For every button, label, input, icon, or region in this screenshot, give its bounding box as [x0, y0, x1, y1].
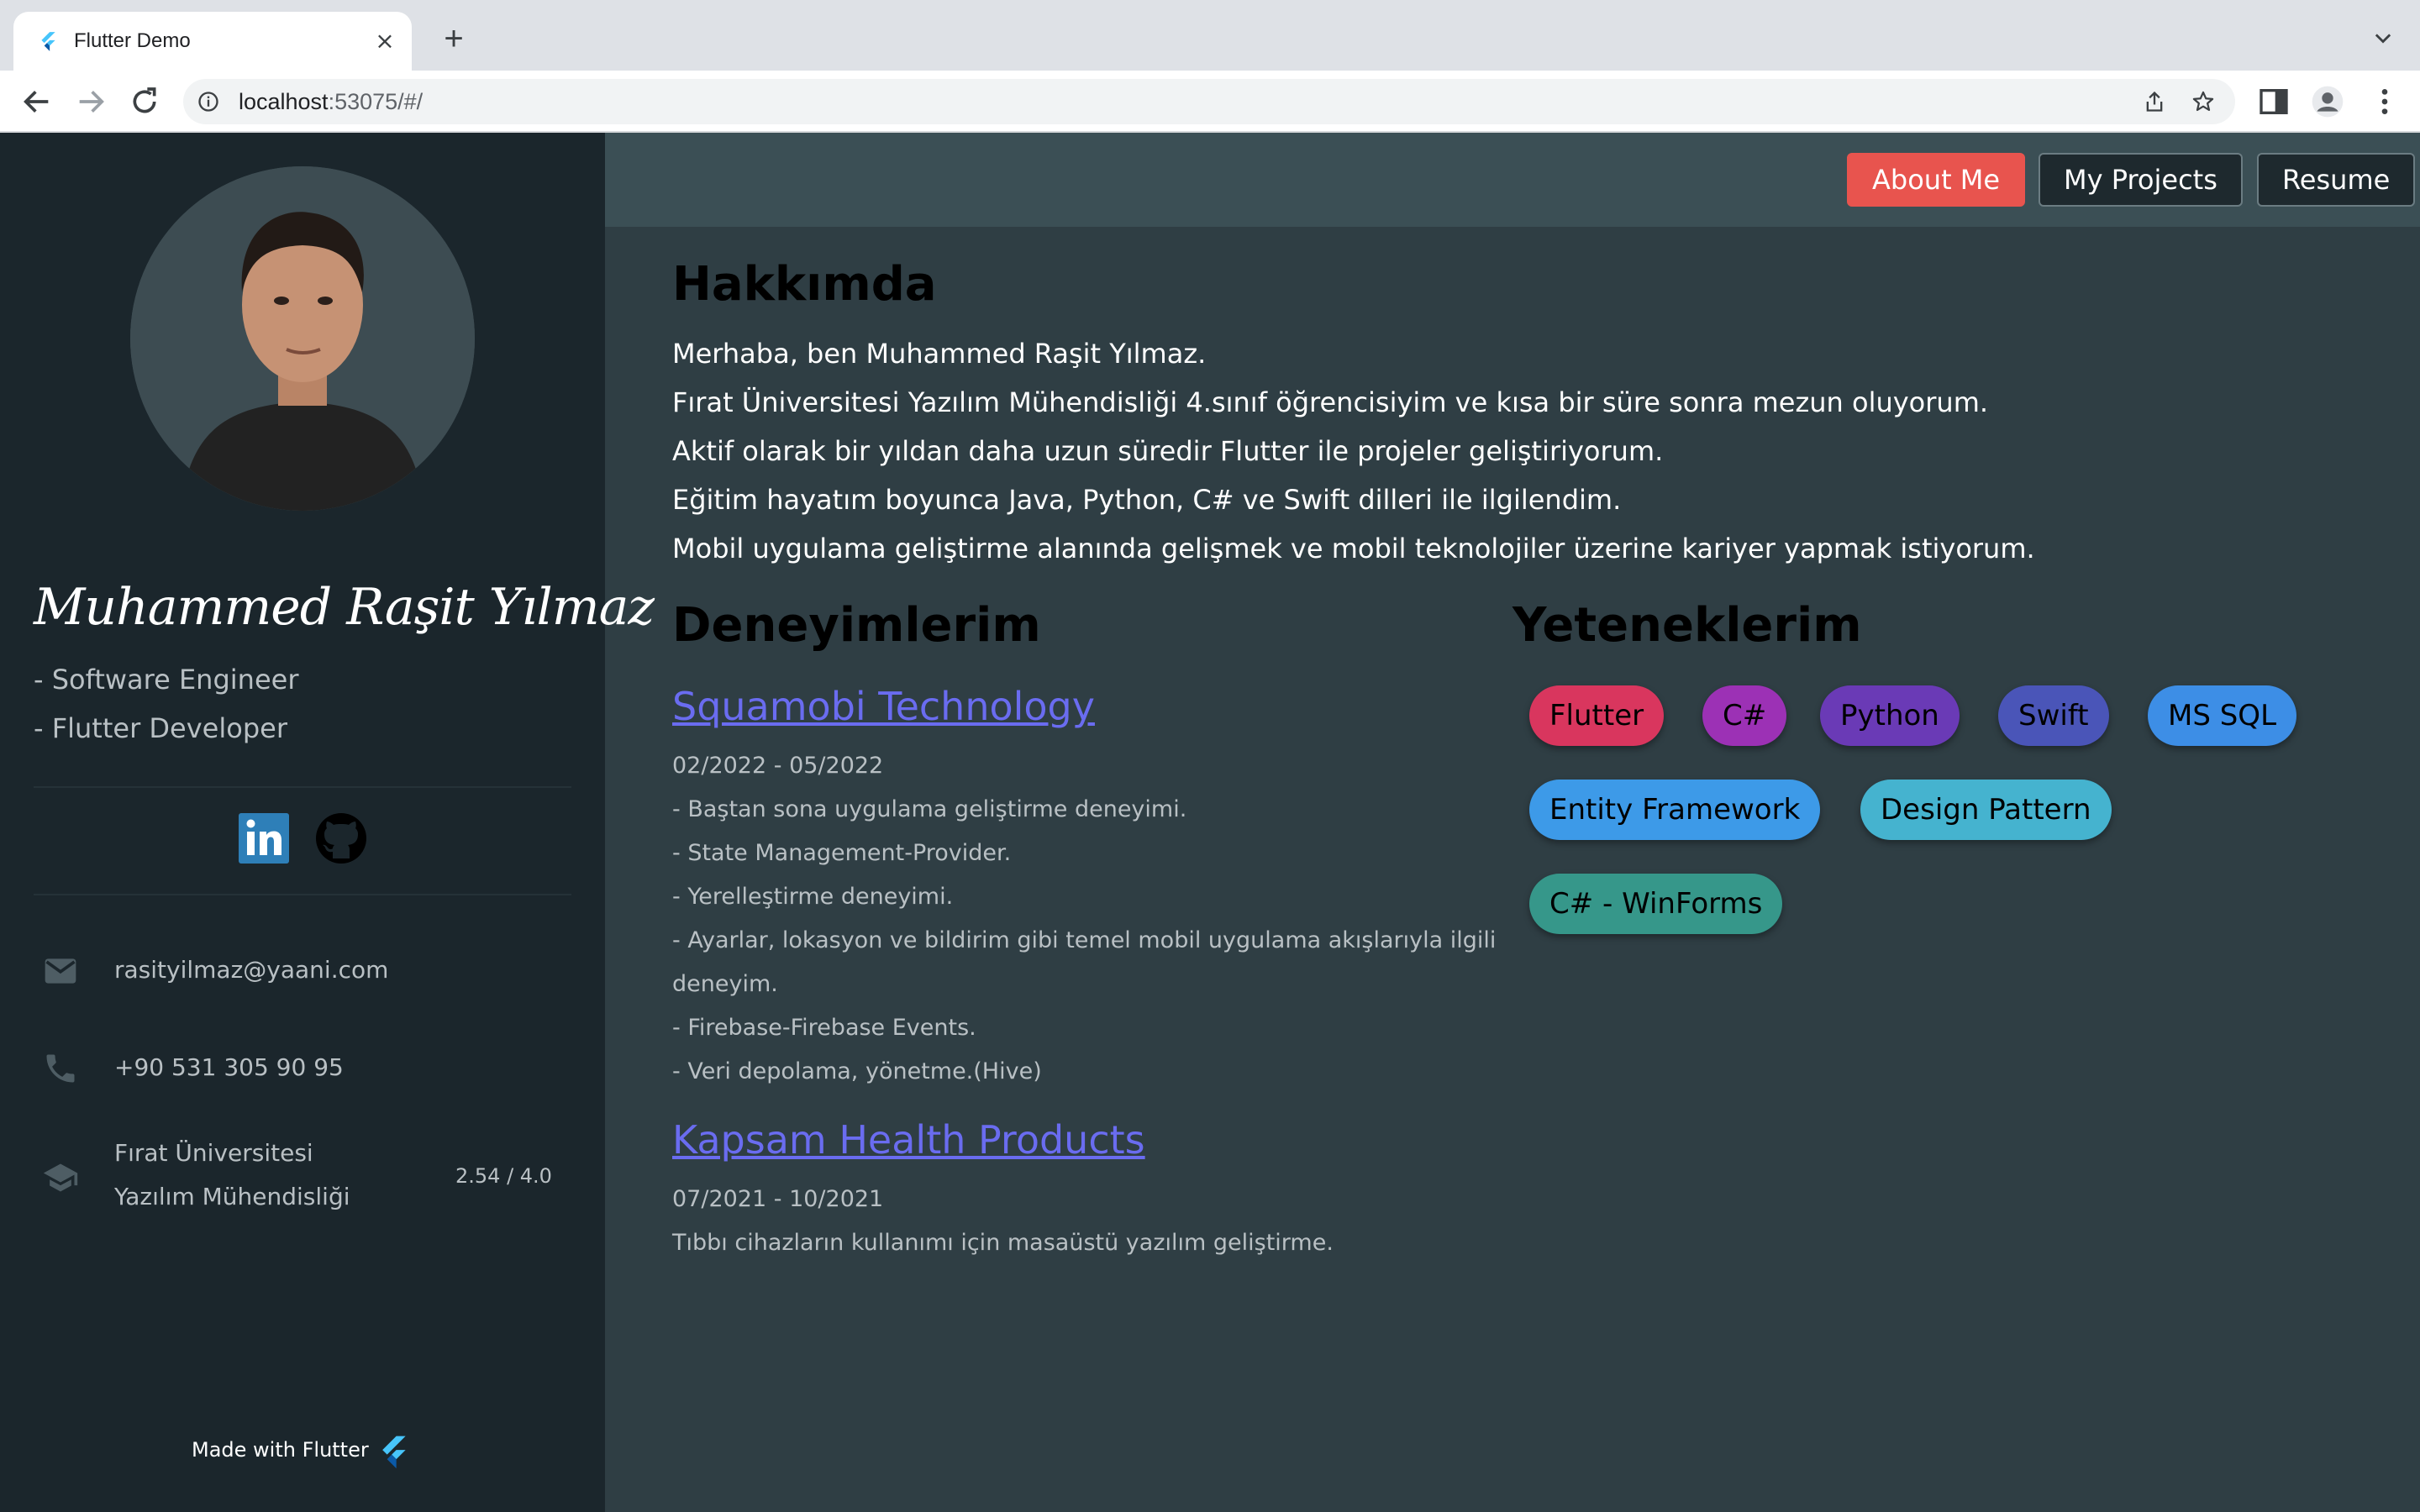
about-line: Merhaba, ben Muhammed Raşit Yılmaz.: [672, 338, 1207, 370]
experience-company-link[interactable]: Kapsam Health Products: [672, 1117, 1145, 1163]
chevron-down-icon[interactable]: [2371, 27, 2395, 50]
my-projects-button[interactable]: My Projects: [2039, 153, 2243, 207]
about-line: Aktif olarak bir yıldan daha uzun süredi…: [672, 435, 1664, 467]
email-text[interactable]: rasityilmaz@yaani.com: [114, 956, 388, 984]
url-text[interactable]: localhost:53075/#/: [239, 79, 423, 124]
school-icon: [43, 1163, 78, 1192]
phone-icon: [46, 1054, 75, 1083]
experience-company-link[interactable]: Squamobi Technology: [672, 684, 1095, 729]
resume-button[interactable]: Resume: [2257, 153, 2416, 207]
share-icon[interactable]: [2143, 90, 2166, 113]
browser-toolbar: localhost:53075/#/: [0, 71, 2420, 133]
experience-line: - Yerelleştirme deneyimi.: [672, 884, 954, 910]
url-path: :53075/#/: [328, 89, 424, 114]
email-icon: [45, 958, 76, 984]
skill-chip-flutter: Flutter: [1529, 685, 1665, 746]
experience-line: - Ayarlar, lokasyon ve bildirim gibi tem…: [672, 927, 1497, 953]
experience-line: - Firebase-Firebase Events.: [672, 1015, 976, 1041]
experience-line: deneyim.: [672, 971, 778, 997]
sidebar-divider: [34, 786, 571, 788]
top-nav-bar: About Me My Projects Resume: [605, 133, 2420, 227]
tab-title: Flutter Demo: [74, 29, 191, 52]
profile-avatar-icon[interactable]: [2311, 85, 2344, 118]
experience-line: Tıbbı cihazların kullanımı için masaüstü…: [672, 1230, 1334, 1256]
skill-chip-csharp: C#: [1702, 685, 1787, 746]
about-me-button[interactable]: About Me: [1847, 153, 2026, 207]
forward-arrow-icon[interactable]: [74, 85, 108, 118]
skill-chip-winforms: C# - WinForms: [1529, 874, 1783, 934]
gpa-value: 2.54 / 4.0: [455, 1164, 552, 1188]
about-line: Mobil uygulama geliştirme alanında geliş…: [672, 533, 2035, 564]
address-bar[interactable]: localhost:53075/#/: [183, 79, 2235, 124]
skill-chip-mssql: MS SQL: [2148, 685, 2297, 746]
about-line: Eğitim hayatım boyunca Java, Python, C# …: [672, 484, 1622, 516]
profile-photo: [130, 166, 475, 511]
flutter-logo-icon: [382, 1436, 406, 1469]
back-arrow-icon[interactable]: [20, 85, 54, 118]
profile-name: Muhammed Raşit Yılmaz: [34, 578, 655, 637]
close-tab-icon[interactable]: ×: [373, 29, 397, 53]
linkedin-icon[interactable]: [237, 811, 291, 865]
experience-line: - Baştan sona uygulama geliştirme deneyi…: [672, 796, 1187, 822]
profile-sidebar: Muhammed Raşit Yılmaz - Software Enginee…: [0, 133, 655, 1512]
experience-line: - Veri depolama, yönetme.(Hive): [672, 1058, 1042, 1084]
info-icon[interactable]: [197, 90, 220, 113]
phone-text[interactable]: +90 531 305 90 95: [114, 1053, 344, 1081]
role-flutter-developer: - Flutter Developer: [34, 712, 287, 744]
flutter-favicon-icon: [41, 32, 55, 51]
made-with-flutter-text: Made with Flutter: [192, 1438, 369, 1462]
experience-heading: Deneyimlerim: [672, 598, 1041, 653]
url-host: localhost: [239, 89, 329, 114]
experience-dates: 02/2022 - 05/2022: [672, 753, 884, 779]
bookmark-star-icon[interactable]: [2191, 90, 2215, 113]
browser-tab[interactable]: Flutter Demo ×: [13, 12, 412, 71]
skill-chip-design-pattern: Design Pattern: [1860, 780, 2112, 840]
more-menu-icon[interactable]: [2368, 85, 2402, 118]
browser-tabstrip: Flutter Demo × +: [0, 0, 2420, 71]
school-department: Yazılım Mühendisliği: [114, 1183, 350, 1210]
new-tab-icon[interactable]: +: [437, 22, 471, 57]
sidebar-divider: [34, 894, 571, 895]
skills-heading: Yeteneklerim: [1512, 598, 1862, 653]
experience-line: - State Management-Provider.: [672, 840, 1012, 866]
school-name: Fırat Üniversitesi: [114, 1139, 313, 1167]
side-panel-icon[interactable]: [2257, 85, 2291, 118]
about-heading: Hakkımda: [672, 257, 937, 312]
skill-chip-swift: Swift: [1998, 685, 2109, 746]
profile-photo-image: [130, 166, 475, 511]
about-line: Fırat Üniversitesi Yazılım Mühendisliği …: [672, 386, 1989, 418]
skill-chip-entity-framework: Entity Framework: [1529, 780, 1821, 840]
role-software-engineer: - Software Engineer: [34, 664, 299, 696]
github-icon[interactable]: [314, 811, 368, 865]
reload-icon[interactable]: [128, 85, 161, 118]
experience-dates: 07/2021 - 10/2021: [672, 1186, 884, 1212]
skill-chip-python: Python: [1820, 685, 1960, 746]
